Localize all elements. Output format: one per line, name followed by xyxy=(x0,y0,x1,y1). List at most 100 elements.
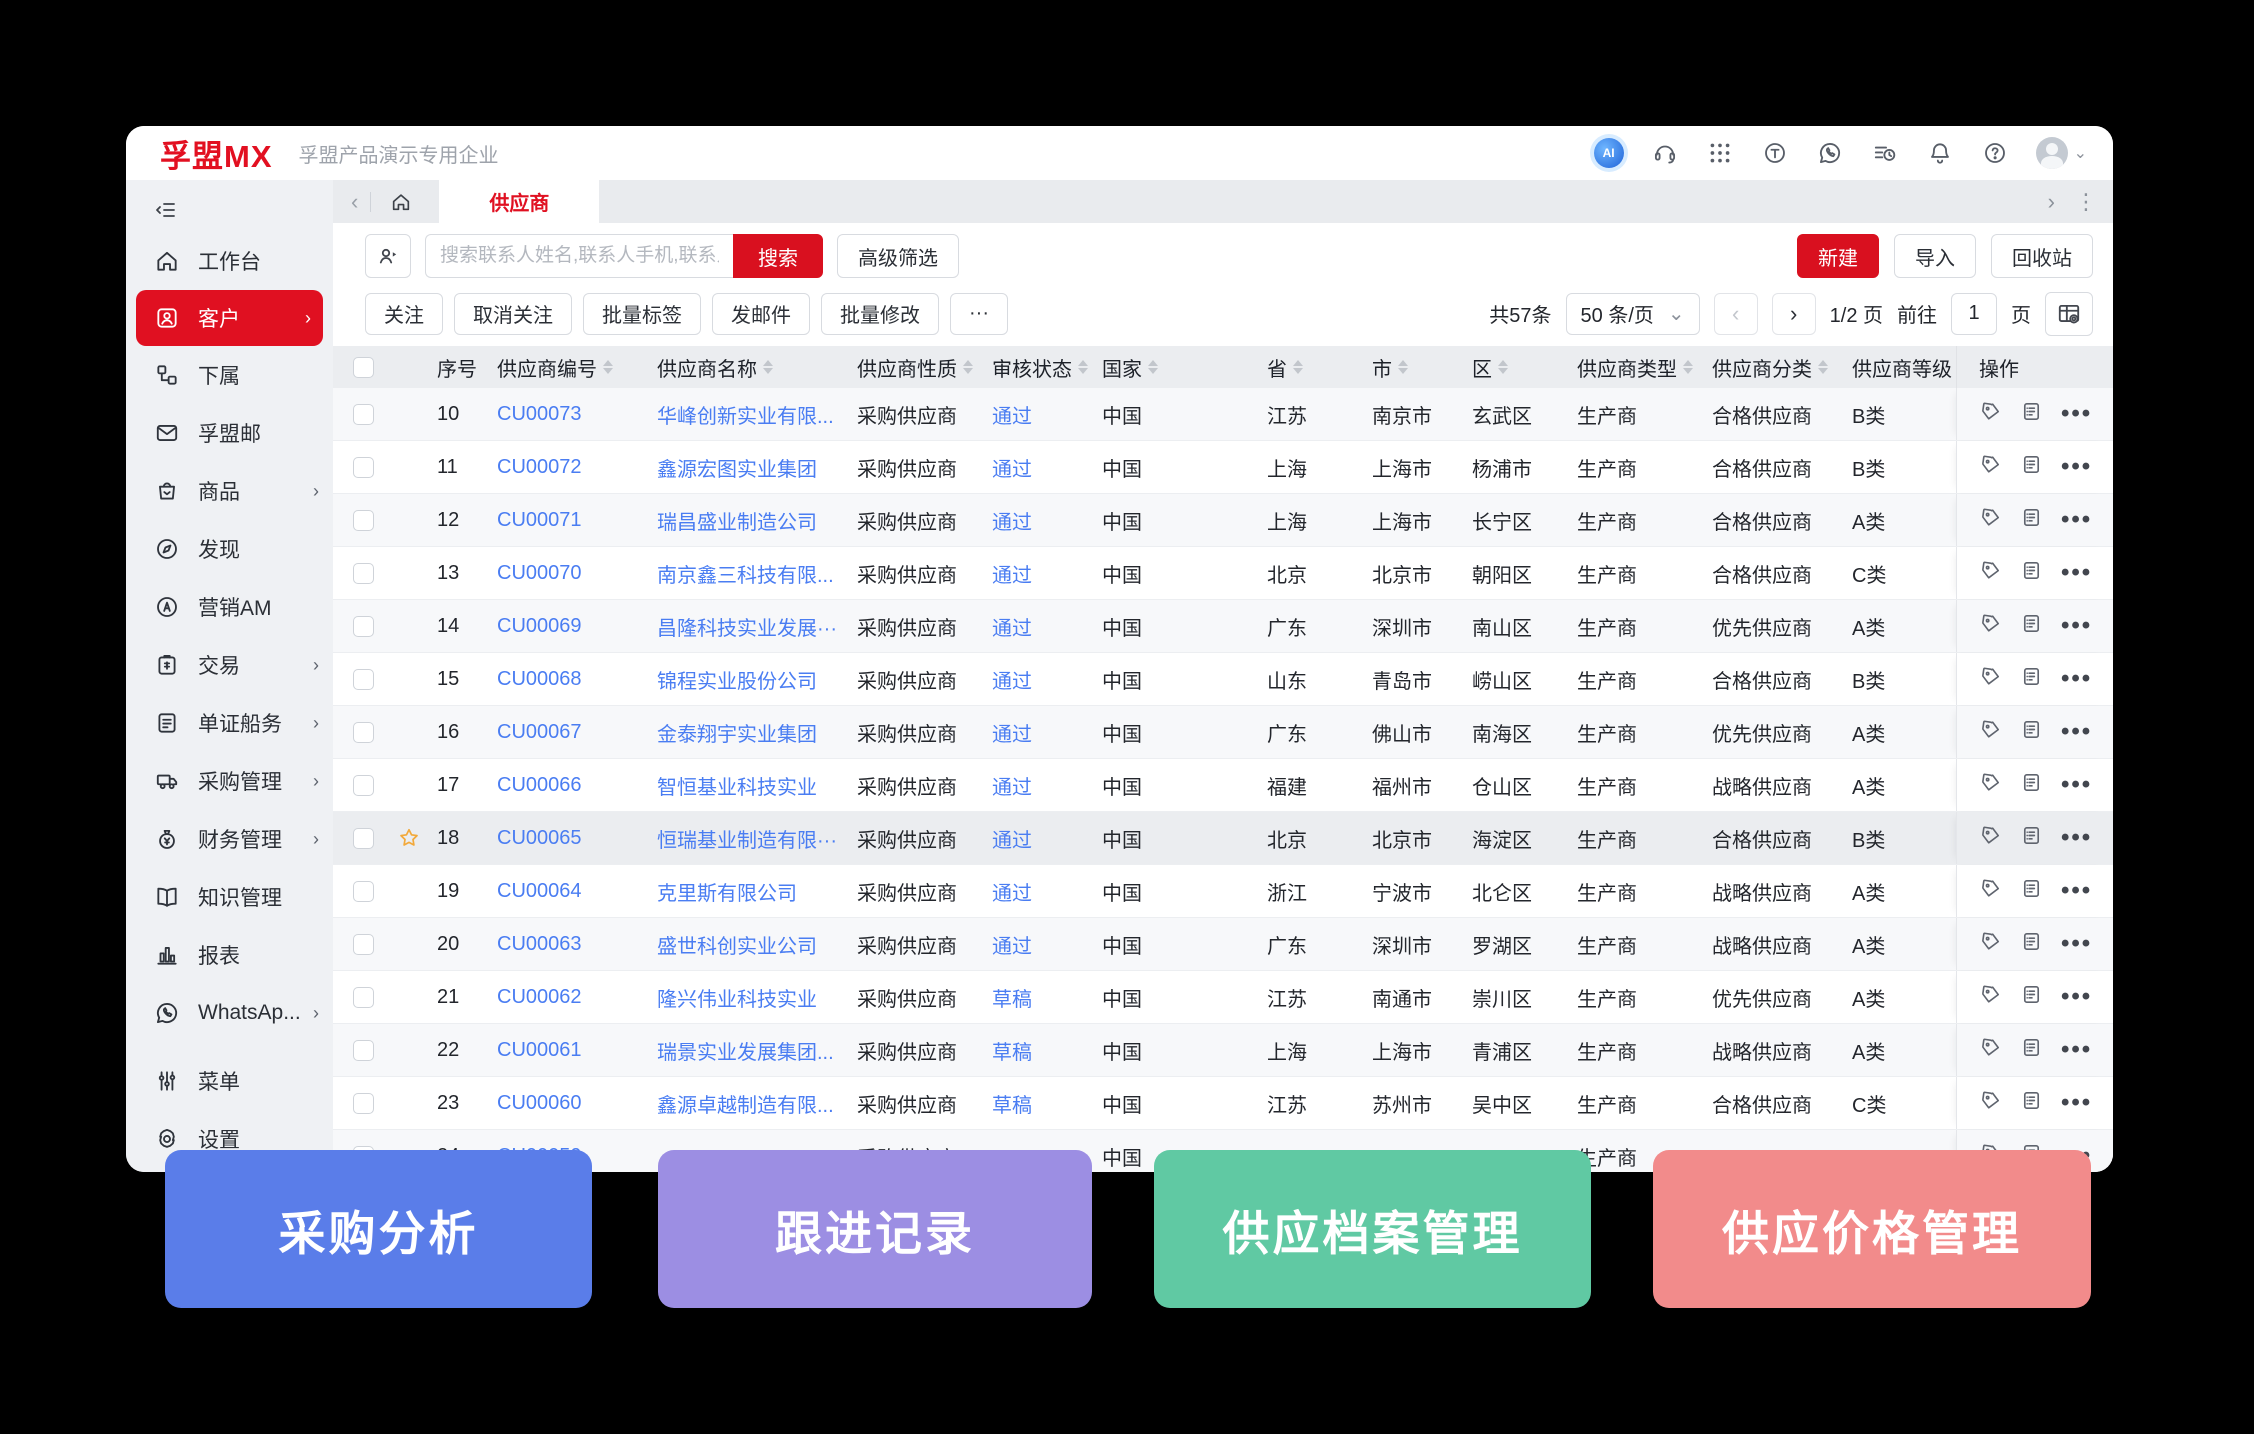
sort-icon[interactable] xyxy=(1148,360,1158,374)
unfollow-button[interactable]: 取消关注 xyxy=(454,293,572,335)
audit-status-link[interactable]: 草稿 xyxy=(992,1089,1102,1118)
column-settings-icon[interactable] xyxy=(2045,292,2093,336)
table-row[interactable]: 11CU00072鑫源宏图实业集团采购供应商通过中国上海上海市杨浦市生产商合格供… xyxy=(333,441,2113,494)
column-header[interactable]: 供应商分类 xyxy=(1712,353,1852,382)
avatar[interactable] xyxy=(2036,137,2068,169)
supplier-name-link[interactable]: 隆兴伟业科技实业 xyxy=(657,983,857,1012)
detail-icon[interactable] xyxy=(2020,400,2043,429)
sort-icon[interactable] xyxy=(1818,360,1828,374)
detail-icon[interactable] xyxy=(2020,453,2043,482)
advanced-filter-button[interactable]: 高级筛选 xyxy=(837,234,959,278)
supplier-name-link[interactable]: 盛世科创实业公司 xyxy=(657,930,857,959)
column-header[interactable]: 国家 xyxy=(1102,353,1267,382)
row-checkbox[interactable] xyxy=(353,987,374,1008)
row-checkbox[interactable] xyxy=(353,934,374,955)
supplier-code-link[interactable]: CU00066 xyxy=(497,774,657,797)
page-size-select[interactable]: 50 条/页 ⌄ xyxy=(1566,293,1700,335)
tag-icon[interactable] xyxy=(1979,1089,2002,1118)
detail-icon[interactable] xyxy=(2020,559,2043,588)
table-row[interactable]: 21CU00062隆兴伟业科技实业采购供应商草稿中国江苏南通市崇川区生产商优先供… xyxy=(333,971,2113,1024)
table-row[interactable]: 12CU00071瑞昌盛业制造公司采购供应商通过中国上海上海市长宁区生产商合格供… xyxy=(333,494,2113,547)
row-checkbox[interactable] xyxy=(353,1040,374,1061)
supplier-code-link[interactable]: CU00060 xyxy=(497,1092,657,1115)
table-row[interactable]: 17CU00066智恒基业科技实业采购供应商通过中国福建福州市仓山区生产商战略供… xyxy=(333,759,2113,812)
tag-icon[interactable] xyxy=(1979,824,2002,853)
supplier-name-link[interactable]: 鑫源宏图实业集团 xyxy=(657,453,857,482)
supplier-code-link[interactable]: CU00068 xyxy=(497,668,657,691)
column-header[interactable]: 供应商名称 xyxy=(657,353,857,382)
table-row[interactable]: 13CU00070南京鑫三科技有限...采购供应商通过中国北京北京市朝阳区生产商… xyxy=(333,547,2113,600)
help-icon[interactable] xyxy=(1981,139,2009,167)
import-button[interactable]: 导入 xyxy=(1894,234,1976,278)
tag-icon[interactable] xyxy=(1979,506,2002,535)
tag-icon[interactable] xyxy=(1979,771,2002,800)
sort-icon[interactable] xyxy=(1293,360,1303,374)
column-header[interactable]: 供应商类型 xyxy=(1577,353,1712,382)
sidebar-item-[interactable]: 财务管理› xyxy=(126,810,333,868)
supplier-code-link[interactable]: CU00067 xyxy=(497,721,657,744)
table-row[interactable]: 16CU00067金泰翔宇实业集团采购供应商通过中国广东佛山市南海区生产商优先供… xyxy=(333,706,2113,759)
supplier-name-link[interactable]: 金泰翔宇实业集团 xyxy=(657,718,857,747)
user-menu[interactable]: ⌄ xyxy=(2036,137,2087,169)
supplier-code-link[interactable]: CU00065 xyxy=(497,827,657,850)
tab-suppliers[interactable]: 供应商 xyxy=(439,180,599,223)
whatsapp-icon[interactable] xyxy=(1816,139,1844,167)
more-icon[interactable]: ••• xyxy=(2061,453,2092,481)
detail-icon[interactable] xyxy=(2020,877,2043,906)
detail-icon[interactable] xyxy=(2020,824,2043,853)
tag-icon[interactable] xyxy=(1979,400,2002,429)
supply-price-management-card[interactable]: 供应价格管理 xyxy=(1653,1150,2091,1308)
supplier-name-link[interactable]: 鑫源卓越制造有限... xyxy=(657,1089,857,1118)
sidebar-item-[interactable]: 采购管理› xyxy=(126,752,333,810)
supplier-code-link[interactable]: CU00064 xyxy=(497,880,657,903)
purchase-analysis-card[interactable]: 采购分析 xyxy=(165,1150,592,1308)
column-header[interactable]: 供应商编号 xyxy=(497,353,657,382)
more-icon[interactable]: ••• xyxy=(2061,930,2092,958)
supplier-name-link[interactable]: 锦程实业股份公司 xyxy=(657,665,857,694)
next-page-button[interactable]: › xyxy=(1772,293,1816,335)
row-checkbox[interactable] xyxy=(353,563,374,584)
audit-status-link[interactable]: 通过 xyxy=(992,506,1102,535)
more-icon[interactable]: ••• xyxy=(2061,718,2092,746)
sort-icon[interactable] xyxy=(603,360,613,374)
supplier-name-link[interactable]: 瑞景实业发展集团... xyxy=(657,1036,857,1065)
sidebar-item-whatsap[interactable]: WhatsAp...› xyxy=(126,984,333,1042)
table-row[interactable]: 10CU00073华峰创新实业有限...采购供应商通过中国江苏南京市玄武区生产商… xyxy=(333,388,2113,441)
supplier-code-link[interactable]: CU00070 xyxy=(497,562,657,585)
detail-icon[interactable] xyxy=(2020,1089,2043,1118)
follow-up-records-card[interactable]: 跟进记录 xyxy=(658,1150,1092,1308)
supply-archive-management-card[interactable]: 供应档案管理 xyxy=(1154,1150,1591,1308)
chevron-down-icon[interactable]: ⌄ xyxy=(2074,143,2087,163)
detail-icon[interactable] xyxy=(2020,506,2043,535)
table-row[interactable]: 14CU00069昌隆科技实业发展···采购供应商通过中国广东深圳市南山区生产商… xyxy=(333,600,2113,653)
detail-icon[interactable] xyxy=(2020,718,2043,747)
search-button[interactable]: 搜索 xyxy=(733,234,823,278)
more-icon[interactable]: ••• xyxy=(2061,983,2092,1011)
more-icon[interactable]: ••• xyxy=(2061,1036,2092,1064)
column-header[interactable]: 市 xyxy=(1372,353,1472,382)
audit-status-link[interactable]: 通过 xyxy=(992,771,1102,800)
supplier-code-link[interactable]: CU00069 xyxy=(497,615,657,638)
sidebar-item-[interactable]: 知识管理 xyxy=(126,868,333,926)
tag-icon[interactable] xyxy=(1979,559,2002,588)
sort-icon[interactable] xyxy=(963,360,973,374)
follow-button[interactable]: 关注 xyxy=(365,293,443,335)
supplier-code-link[interactable]: CU00063 xyxy=(497,933,657,956)
batch-edit-button[interactable]: 批量修改 xyxy=(821,293,939,335)
more-icon[interactable]: ••• xyxy=(2061,665,2092,693)
detail-icon[interactable] xyxy=(2020,612,2043,641)
contact-filter-icon[interactable] xyxy=(365,234,411,278)
detail-icon[interactable] xyxy=(2020,930,2043,959)
column-header[interactable]: 区 xyxy=(1472,353,1577,382)
tag-icon[interactable] xyxy=(1979,983,2002,1012)
detail-icon[interactable] xyxy=(2020,983,2043,1012)
tab-forward-icon[interactable]: › xyxy=(2048,189,2055,215)
audit-status-link[interactable]: 通过 xyxy=(992,877,1102,906)
row-checkbox[interactable] xyxy=(353,616,374,637)
audit-status-link[interactable]: 通过 xyxy=(992,718,1102,747)
bell-icon[interactable] xyxy=(1926,139,1954,167)
sort-icon[interactable] xyxy=(1498,360,1508,374)
sidebar-item-[interactable]: 单证船务› xyxy=(126,694,333,752)
sidebar-item-[interactable]: 报表 xyxy=(126,926,333,984)
audit-status-link[interactable]: 通过 xyxy=(992,824,1102,853)
